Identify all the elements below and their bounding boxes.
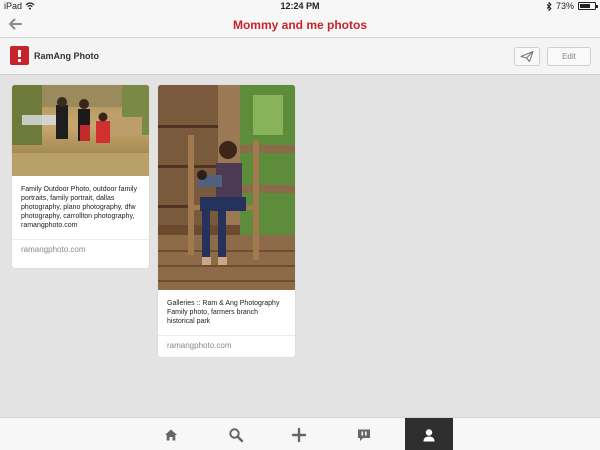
nav-bar: Mommy and me photos — [0, 12, 600, 38]
plus-icon — [291, 427, 307, 442]
pin-source-link[interactable]: ramangphoto.com — [12, 245, 149, 254]
pin-description: Family Outdoor Photo, outdoor family por… — [21, 186, 137, 229]
pin-card[interactable]: Galleries :: Ram & Ang Photography Famil… — [158, 85, 295, 357]
battery-level — [580, 4, 591, 8]
notifications-icon — [358, 429, 370, 441]
board-header: RamAng Photo — [0, 38, 600, 75]
tab-add[interactable] — [277, 418, 321, 450]
avatar[interactable] — [10, 46, 29, 65]
tab-search[interactable] — [214, 418, 258, 450]
edit-button[interactable]: Edit — [547, 47, 591, 66]
home-icon — [165, 429, 177, 440]
board-owner-name[interactable]: RamAng Photo — [34, 51, 99, 61]
mother-baby-porch-photo[interactable] — [158, 85, 295, 290]
search-icon — [229, 427, 244, 442]
pin-source-link[interactable]: ramangphoto.com — [158, 341, 295, 350]
tab-notifications[interactable] — [342, 418, 386, 450]
logo-icon — [18, 50, 21, 62]
send-button[interactable] — [514, 47, 540, 66]
tab-profile[interactable] — [405, 418, 453, 450]
status-time: 12:24 PM — [280, 1, 320, 11]
tab-home[interactable] — [149, 418, 193, 450]
status-right: 73% — [546, 1, 598, 11]
status-bar: iPad 12:24 PM 73% — [0, 0, 600, 12]
page-title: Mommy and me photos — [232, 18, 367, 32]
battery-percent: 73% — [555, 1, 574, 11]
bluetooth-icon — [546, 1, 552, 11]
send-icon — [520, 50, 534, 63]
family-outdoor-photo[interactable] — [12, 85, 149, 176]
pin-card[interactable]: Family Outdoor Photo, outdoor family por… — [12, 85, 149, 268]
pin-description: Galleries :: Ram & Ang Photography Famil… — [167, 300, 280, 325]
tab-bar — [0, 417, 600, 450]
profile-icon — [423, 428, 435, 441]
battery-icon — [578, 2, 598, 10]
